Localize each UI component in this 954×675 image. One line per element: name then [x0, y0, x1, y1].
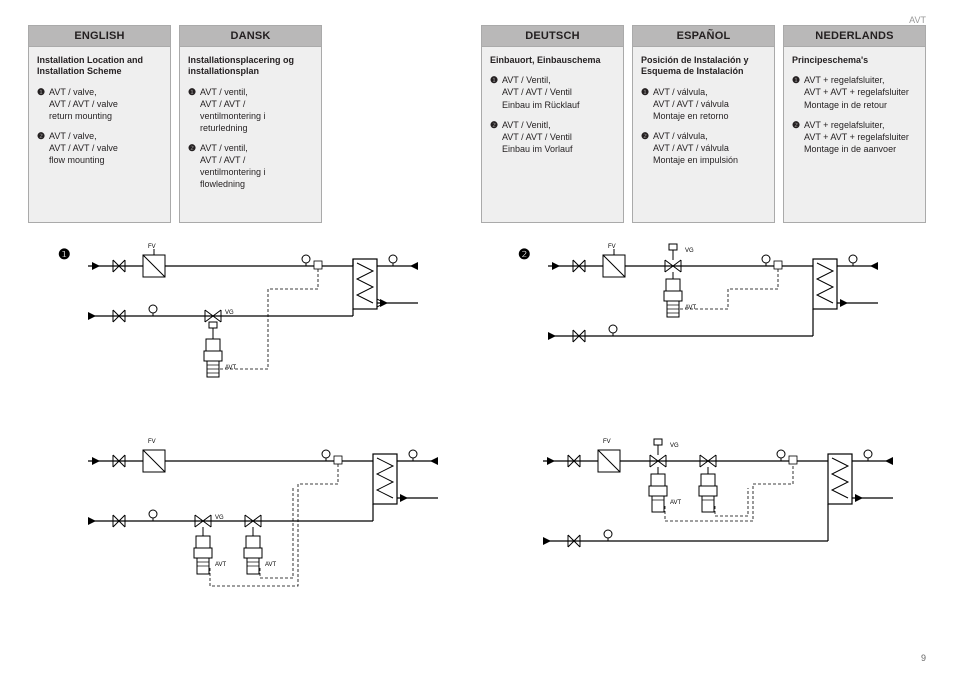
diagram-3: FV VG	[78, 436, 448, 626]
svg-text:VG: VG	[225, 310, 234, 316]
item-number: ❶	[188, 86, 200, 135]
column-header: ESPAÑOL	[633, 26, 774, 47]
column-espanol: ESPAÑOL Posición de Instalación y Esquem…	[632, 25, 775, 223]
column-body: Principeschema's ❶ AVT + regelafsluiter,…	[784, 47, 925, 222]
list-item: ❷ AVT / valve,AVT / AVT / valveflow moun…	[37, 130, 162, 166]
item-number: ❷	[792, 119, 804, 155]
column-header: DANSK	[180, 26, 321, 47]
svg-text:VG: VG	[685, 248, 694, 254]
column-title: Posición de Instalación y Esquema de Ins…	[641, 55, 766, 78]
diagram-marker-icon: ❶	[58, 246, 71, 262]
list-item: ❷ AVT / Venitl,AVT / AVT / VentilEinbau …	[490, 119, 615, 155]
language-columns: ENGLISH Installation Location and Instal…	[28, 25, 926, 223]
svg-text:AVT: AVT	[670, 500, 682, 506]
svg-text:FV: FV	[148, 244, 156, 250]
item-text: AVT / ventil,AVT / AVT /ventilmontering …	[200, 142, 313, 191]
list-item: ❷ AVT / ventil,AVT / AVT /ventilmonterin…	[188, 142, 313, 191]
item-number: ❶	[490, 74, 502, 110]
svg-text:AVT: AVT	[265, 562, 277, 568]
column-header: DEUTSCH	[482, 26, 623, 47]
item-text: AVT / Venitl,AVT / AVT / VentilEinbau im…	[502, 119, 615, 155]
list-item: ❶ AVT / ventil,AVT / AVT /ventilmonterin…	[188, 86, 313, 135]
list-item: ❶ AVT / Ventil,AVT / AVT / VentilEinbau …	[490, 74, 615, 110]
diagram-1: ❶ FV	[58, 241, 428, 401]
header-product-code: AVT	[909, 15, 926, 25]
item-text: AVT / Ventil,AVT / AVT / VentilEinbau im…	[502, 74, 615, 110]
item-text: AVT / ventil,AVT / AVT /ventilmontering …	[200, 86, 313, 135]
item-number: ❶	[37, 86, 49, 122]
item-number: ❶	[641, 86, 653, 122]
item-number: ❶	[792, 74, 804, 110]
item-text: AVT / valve,AVT / AVT / valvereturn moun…	[49, 86, 162, 122]
svg-text:FV: FV	[603, 439, 611, 445]
item-number: ❷	[641, 130, 653, 166]
column-title: Principeschema's	[792, 55, 917, 66]
item-text: AVT + regelafsluiter,AVT + AVT + regelaf…	[804, 74, 917, 110]
item-number: ❷	[490, 119, 502, 155]
column-title: Einbauort, Einbauschema	[490, 55, 615, 66]
list-item: ❶ AVT / valve,AVT / AVT / valvereturn mo…	[37, 86, 162, 122]
list-item: ❷ AVT / válvula,AVT / AVT / válvulaMonta…	[641, 130, 766, 166]
list-item: ❷ AVT + regelafsluiter,AVT + AVT + regel…	[792, 119, 917, 155]
svg-text:AVT: AVT	[685, 305, 697, 311]
item-text: AVT / valve,AVT / AVT / valveflow mounti…	[49, 130, 162, 166]
item-number: ❷	[188, 142, 200, 191]
svg-text:VG: VG	[670, 443, 679, 449]
item-number: ❷	[37, 130, 49, 166]
item-text: AVT + regelafsluiter,AVT + AVT + regelaf…	[804, 119, 917, 155]
column-header: NEDERLANDS	[784, 26, 925, 47]
list-item: ❶ AVT / válvula,AVT / AVT / válvulaMonta…	[641, 86, 766, 122]
column-body: Einbauort, Einbauschema ❶ AVT / Ventil,A…	[482, 47, 623, 222]
column-body: Installation Location and Installation S…	[29, 47, 170, 222]
column-english: ENGLISH Installation Location and Instal…	[28, 25, 171, 223]
column-gap	[330, 25, 473, 223]
column-body: Posición de Instalación y Esquema de Ins…	[633, 47, 774, 222]
column-header: ENGLISH	[29, 26, 170, 47]
svg-text:FV: FV	[148, 439, 156, 445]
diagram-marker-icon: ❷	[518, 246, 531, 262]
item-text: AVT / válvula,AVT / AVT / válvulaMontaje…	[653, 86, 766, 122]
svg-text:VG: VG	[215, 515, 224, 521]
svg-text:AVT: AVT	[225, 365, 237, 371]
item-text: AVT / válvula,AVT / AVT / válvulaMontaje…	[653, 130, 766, 166]
column-title: Installationsplacering og installationsp…	[188, 55, 313, 78]
page-number: 9	[921, 653, 926, 663]
svg-text:FV: FV	[608, 244, 616, 250]
column-body: Installationsplacering og installationsp…	[180, 47, 321, 222]
svg-text:AVT: AVT	[215, 562, 227, 568]
diagram-4: FV VG AVT	[533, 436, 903, 626]
column-nederlands: NEDERLANDS Principeschema's ❶ AVT + rege…	[783, 25, 926, 223]
column-dansk: DANSK Installationsplacering og installa…	[179, 25, 322, 223]
list-item: ❶ AVT + regelafsluiter,AVT + AVT + regel…	[792, 74, 917, 110]
diagram-2: ❷ FV VG AVT	[518, 241, 888, 401]
column-deutsch: DEUTSCH Einbauort, Einbauschema ❶ AVT / …	[481, 25, 624, 223]
column-title: Installation Location and Installation S…	[37, 55, 162, 78]
